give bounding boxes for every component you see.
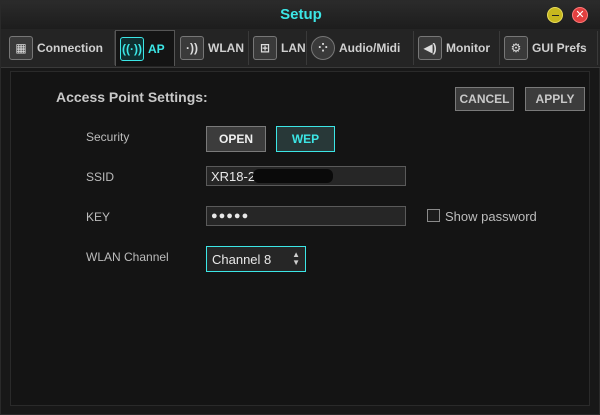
- tab-label: WLAN: [208, 41, 244, 55]
- wlan-channel-label: WLAN Channel: [86, 250, 169, 264]
- midi-icon: ⁘: [311, 36, 335, 60]
- apply-button[interactable]: APPLY: [525, 87, 585, 111]
- close-button[interactable]: ✕: [572, 7, 588, 23]
- wifi-ap-icon: ((·)): [120, 36, 144, 61]
- title-bar[interactable]: Setup ✕: [1, 1, 600, 29]
- tab-label: Monitor: [446, 41, 490, 55]
- ssid-label: SSID: [86, 170, 115, 184]
- minimize-button[interactable]: [547, 7, 563, 23]
- wlan-channel-select[interactable]: Channel 8 ▲ ▼: [206, 246, 306, 272]
- speaker-icon: ◀): [418, 36, 442, 60]
- wlan-icon: ·)): [180, 36, 204, 60]
- wlan-channel-value: Channel 8: [212, 251, 272, 267]
- section-title: Access Point Settings:: [56, 89, 208, 105]
- tab-label: GUI Prefs: [532, 41, 587, 55]
- security-open-button[interactable]: OPEN: [206, 126, 266, 152]
- tab-ap[interactable]: ((·)) AP: [115, 30, 175, 66]
- tab-connection[interactable]: ▦ Connection: [5, 31, 115, 65]
- tab-label: AP: [148, 41, 165, 56]
- tab-bar: ▦ Connection ((·)) AP ·)) WLAN ⊞ LAN ⁘ A…: [1, 29, 600, 68]
- setup-window: Setup ✕ ▦ Connection ((·)) AP ·)) WLAN ⊞…: [0, 0, 600, 415]
- security-label: Security: [86, 130, 130, 144]
- mixer-icon: ▦: [9, 36, 33, 60]
- tab-label: Audio/Midi: [339, 41, 401, 55]
- tab-label: Connection: [37, 41, 103, 55]
- cancel-button[interactable]: CANCEL: [455, 87, 514, 111]
- tab-audio-midi[interactable]: ⁘ Audio/Midi: [307, 31, 414, 65]
- tab-gui-prefs[interactable]: ⚙ GUI Prefs: [500, 31, 598, 65]
- up-down-arrows-icon: ▲ ▼: [292, 250, 300, 267]
- show-password-label: Show password: [445, 209, 537, 224]
- gears-icon: ⚙: [504, 36, 528, 60]
- show-password-checkbox[interactable]: [427, 209, 440, 222]
- key-label: KEY: [86, 210, 111, 224]
- redaction-mark: [253, 169, 334, 183]
- tab-wlan[interactable]: ·)) WLAN: [176, 31, 249, 65]
- security-wep-button[interactable]: WEP: [276, 126, 335, 152]
- key-input[interactable]: ●●●●●: [206, 206, 406, 226]
- ssid-input[interactable]: XR18-2: [206, 166, 406, 186]
- tab-monitor[interactable]: ◀) Monitor: [414, 31, 500, 65]
- window-title: Setup: [280, 6, 322, 23]
- ssid-value: XR18-2: [211, 168, 256, 184]
- ethernet-icon: ⊞: [253, 36, 277, 60]
- ap-settings-panel: Access Point Settings: CANCEL APPLY Secu…: [10, 71, 590, 406]
- tab-lan[interactable]: ⊞ LAN: [249, 31, 307, 65]
- tab-label: LAN: [281, 41, 306, 55]
